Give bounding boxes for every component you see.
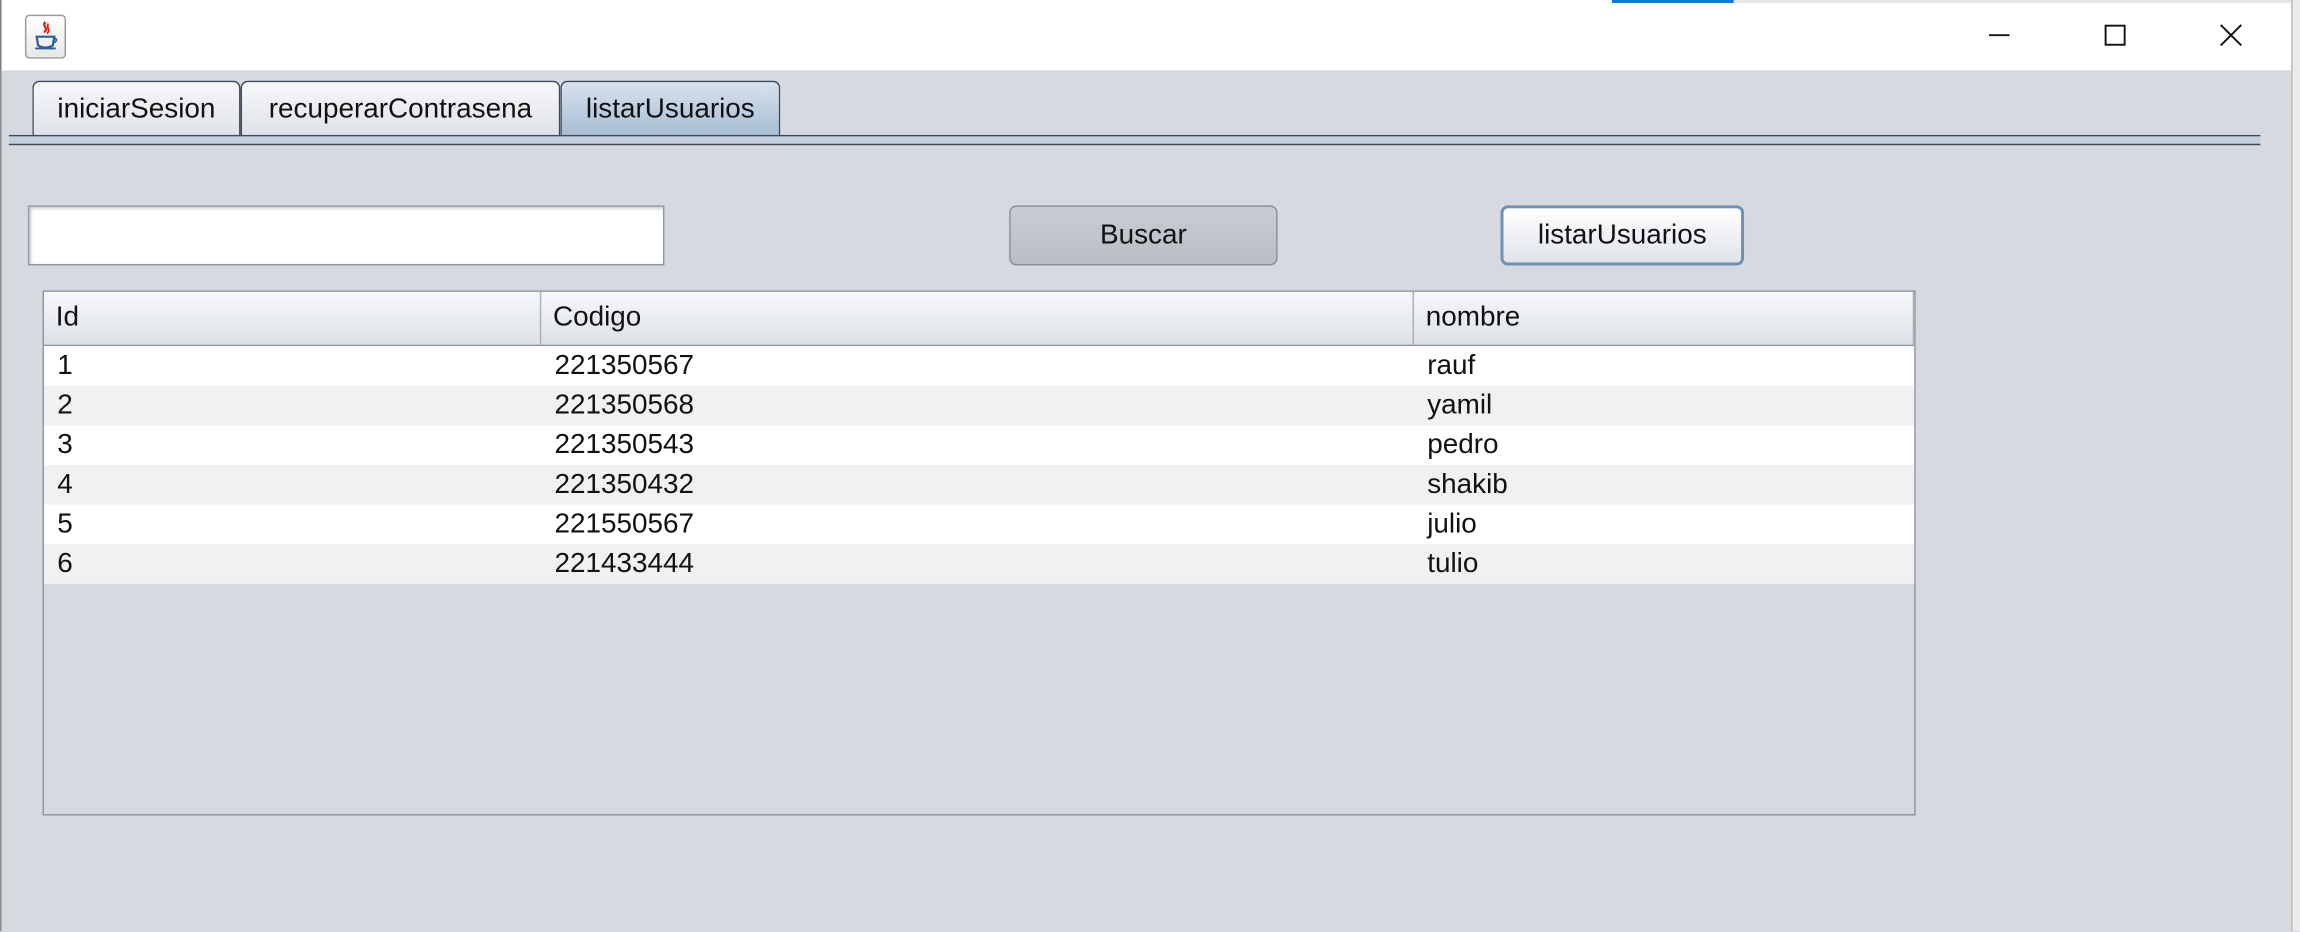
- window-left-border: [0, 70, 2, 932]
- window-right-border: [2291, 0, 2300, 932]
- cell-codigo: 221550567: [554, 508, 694, 540]
- table-header: Id Codigo nombre: [44, 291, 1915, 347]
- maximize-icon[interactable]: [2067, 0, 2161, 70]
- cell-nombre: rauf: [1427, 350, 1476, 382]
- cell-codigo: 221350567: [554, 350, 694, 382]
- list-users-button[interactable]: listarUsuarios: [1500, 205, 1745, 266]
- search-input[interactable]: [27, 205, 665, 266]
- table-row[interactable]: 5 221550567 julio: [44, 504, 1915, 545]
- table-row[interactable]: 1 221350567 rauf: [44, 346, 1915, 386]
- cell-id: 1: [57, 350, 73, 382]
- cell-nombre: pedro: [1427, 429, 1499, 461]
- cell-id: 5: [57, 508, 73, 540]
- search-button[interactable]: Buscar: [1009, 205, 1278, 266]
- close-icon[interactable]: [2183, 0, 2277, 70]
- tab-label: listarUsuarios: [585, 93, 755, 125]
- cell-codigo: 221433444: [554, 548, 694, 580]
- table-row[interactable]: 2 221350568 yamil: [44, 385, 1915, 426]
- tab-label: recuperarContrasena: [268, 93, 533, 125]
- cell-codigo: 221350432: [554, 469, 694, 501]
- cell-codigo: 221350543: [554, 429, 694, 461]
- cell-id: 3: [57, 429, 73, 461]
- users-table[interactable]: Id Codigo nombre 1 221350567 rauf 2 2213…: [42, 290, 1916, 816]
- minimize-icon[interactable]: [1952, 0, 2046, 70]
- column-header-nombre[interactable]: nombre: [1414, 291, 1915, 345]
- table-row[interactable]: 4 221350432 shakib: [44, 464, 1915, 505]
- java-cup-icon[interactable]: [24, 14, 67, 59]
- cell-nombre: julio: [1427, 508, 1477, 540]
- cell-id: 6: [57, 548, 73, 580]
- title-bar[interactable]: [0, 0, 2293, 71]
- tab-iniciar-sesion[interactable]: iniciarSesion: [32, 80, 241, 135]
- cell-id: 4: [57, 469, 73, 501]
- cell-id: 2: [57, 390, 73, 421]
- cell-nombre: tulio: [1427, 548, 1479, 580]
- cell-codigo: 221350568: [554, 390, 694, 421]
- column-header-codigo[interactable]: Codigo: [541, 291, 1414, 345]
- table-row[interactable]: 3 221350543 pedro: [44, 425, 1915, 465]
- column-header-id[interactable]: Id: [44, 291, 542, 345]
- tab-recuperar-contrasena[interactable]: recuperarContrasena: [240, 80, 561, 135]
- tab-listar-usuarios[interactable]: listarUsuarios: [560, 80, 781, 135]
- tab-label: iniciarSesion: [57, 93, 216, 125]
- tab-strip-divider-bottom: [8, 143, 2261, 146]
- app-window: iniciarSesion recuperarContrasena listar…: [0, 0, 2300, 932]
- table-row[interactable]: 6 221433444 tulio: [44, 544, 1915, 584]
- tab-content-border: [8, 136, 2261, 144]
- cell-nombre: shakib: [1427, 469, 1508, 501]
- cell-nombre: yamil: [1427, 390, 1493, 421]
- title-bar-accent: [1612, 0, 1734, 3]
